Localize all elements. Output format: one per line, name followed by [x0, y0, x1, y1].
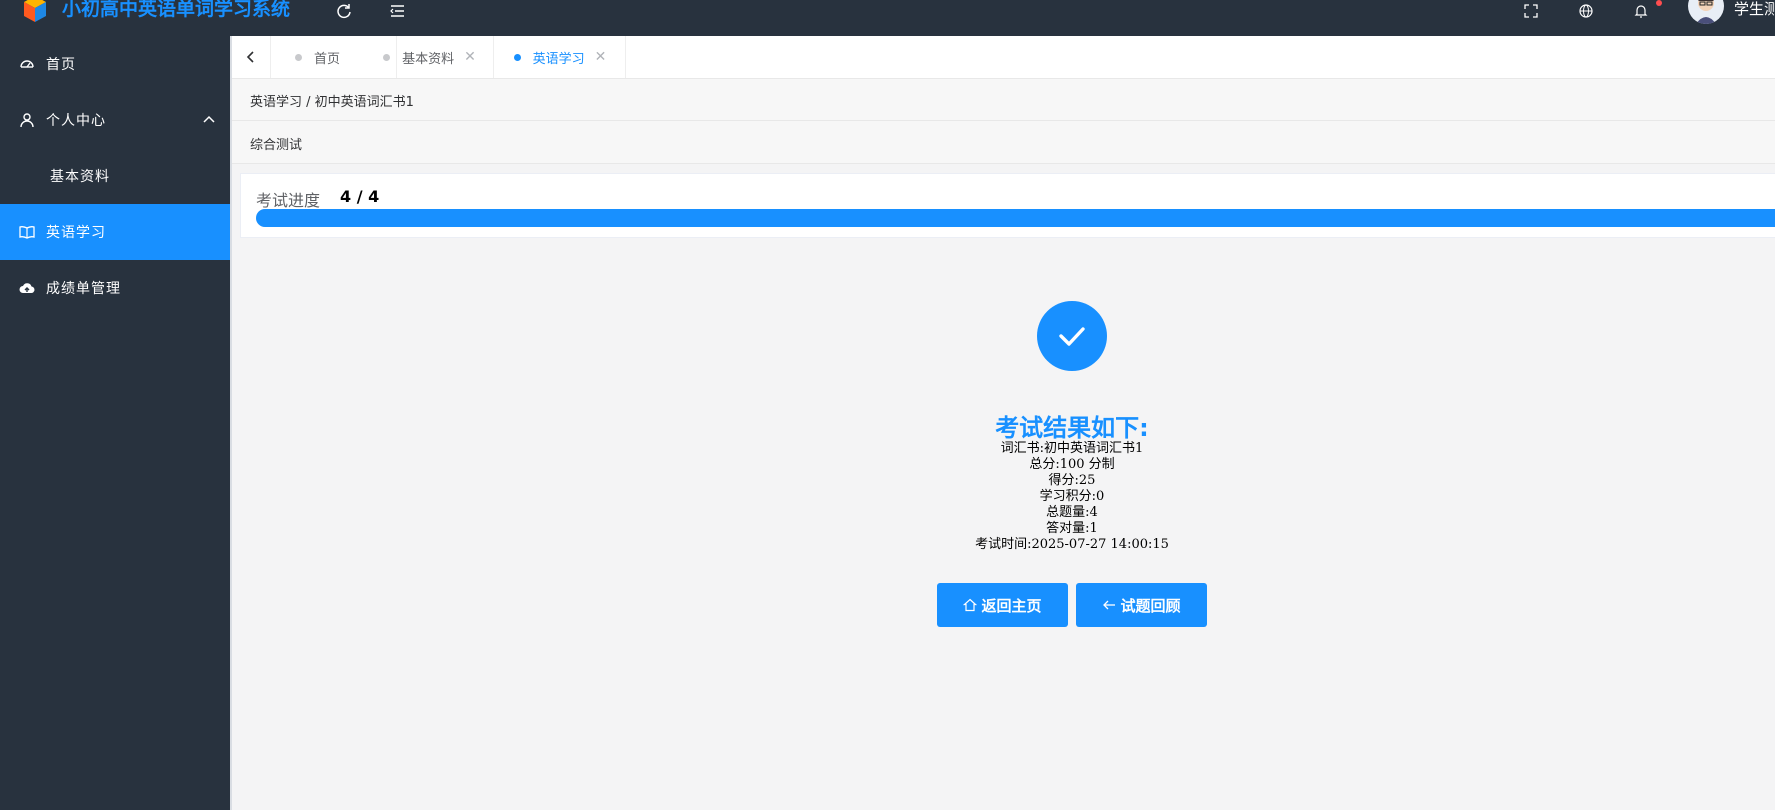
sidebar-item-label: 个人中心 — [46, 113, 106, 129]
dashboard-icon — [20, 60, 34, 68]
arrow-left-icon — [1103, 600, 1116, 610]
result-study-points: 学习积分:0 — [1039, 489, 1105, 504]
breadcrumb: 英语学习 / 初中英语词汇书1 — [250, 95, 414, 110]
back-home-label: 返回主页 — [981, 596, 1042, 615]
page-title: 综合测试 — [250, 138, 303, 153]
tab-basic-info-inner[interactable]: 基本资料 ✕ — [366, 36, 494, 78]
user-icon — [20, 113, 34, 128]
top-header: 小初高中英语单词学习系统 学生测 — [0, 0, 1775, 36]
cloud-upload-icon — [19, 283, 35, 294]
user-name[interactable]: 学生测 — [1734, 0, 1775, 19]
result-vocab-book: 词汇书:初中英语词汇书1 — [1000, 441, 1144, 456]
globe-icon[interactable] — [1575, 0, 1597, 22]
sidebar-item-label: 英语学习 — [46, 225, 106, 241]
tab-dot — [383, 53, 391, 61]
tab-label: 基本资料 — [402, 51, 455, 67]
sidebar-item-label: 基本资料 — [50, 169, 110, 185]
result-exam-time: 考试时间:2025-07-27 14:00:15 — [975, 537, 1169, 552]
sidebar-item-label: 成绩单管理 — [46, 281, 121, 297]
notification-badge — [1656, 0, 1662, 6]
tabs-back-button[interactable] — [232, 36, 271, 78]
fullscreen-icon[interactable] — [1520, 0, 1542, 22]
chevron-left-icon — [246, 51, 254, 63]
question-review-button[interactable]: 试题回顾 — [1076, 583, 1207, 627]
tab-dot — [513, 53, 521, 61]
result-correct-count: 答对量:1 — [1046, 521, 1098, 536]
close-icon[interactable]: ✕ — [595, 49, 607, 65]
tab-label: 英语学习 — [532, 51, 585, 67]
breadcrumb-bar: 英语学习 / 初中英语词汇书1 — [232, 79, 1775, 121]
success-check-icon — [1037, 301, 1107, 371]
result-question-count: 总题量:4 — [1046, 505, 1098, 520]
sidebar-item-basic-info[interactable]: 基本资料 — [0, 148, 230, 204]
back-home-button[interactable]: 返回主页 — [937, 583, 1068, 627]
app-logo-icon — [24, 0, 46, 22]
result-total-score: 总分:100 分制 — [1029, 457, 1115, 472]
chevron-up-icon — [203, 115, 215, 123]
result-details: 词汇书:初中英语词汇书1 总分:100 分制 得分:25 学习积分:0 总题量:… — [872, 441, 1272, 553]
close-icon[interactable]: ✕ — [464, 49, 476, 65]
bell-icon[interactable] — [1630, 0, 1652, 22]
progress-count: 4 / 4 — [340, 187, 380, 206]
exam-progress-card: 考试进度 4 / 4 — [240, 173, 1775, 238]
progress-bar-fill — [256, 209, 1775, 227]
book-icon — [19, 226, 35, 239]
result-score: 得分:25 — [1048, 473, 1096, 488]
tab-label: 首页 — [314, 51, 341, 67]
sidebar-item-report-card[interactable]: 成绩单管理 — [0, 260, 230, 316]
app-title: 小初高中英语单词学习系统 — [62, 0, 291, 20]
tab-english-study[interactable]: 英语学习 ✕ — [495, 36, 626, 78]
progress-label: 考试进度 — [256, 191, 321, 210]
sidebar-item-personal-center[interactable]: 个人中心 — [0, 92, 230, 148]
result-title: 考试结果如下: — [995, 414, 1149, 442]
sidebar: 首页 个人中心 基本资料 英语学习 成绩单管理 — [0, 36, 230, 810]
menu-fold-icon[interactable] — [386, 0, 408, 22]
refresh-icon[interactable] — [333, 0, 355, 22]
tab-dot — [295, 53, 302, 61]
page-title-bar: 综合测试 — [232, 121, 1775, 164]
sidebar-item-english-study[interactable]: 英语学习 — [0, 204, 230, 260]
sidebar-item-home[interactable]: 首页 — [0, 36, 230, 92]
avatar[interactable] — [1688, 0, 1724, 24]
question-review-label: 试题回顾 — [1120, 596, 1181, 615]
sidebar-item-label: 首页 — [46, 57, 76, 73]
progress-bar — [256, 209, 1775, 227]
tabs-bar: 首页 基本资料 ✕ 英语学习 ✕ — [232, 36, 1775, 79]
home-icon — [963, 598, 978, 612]
